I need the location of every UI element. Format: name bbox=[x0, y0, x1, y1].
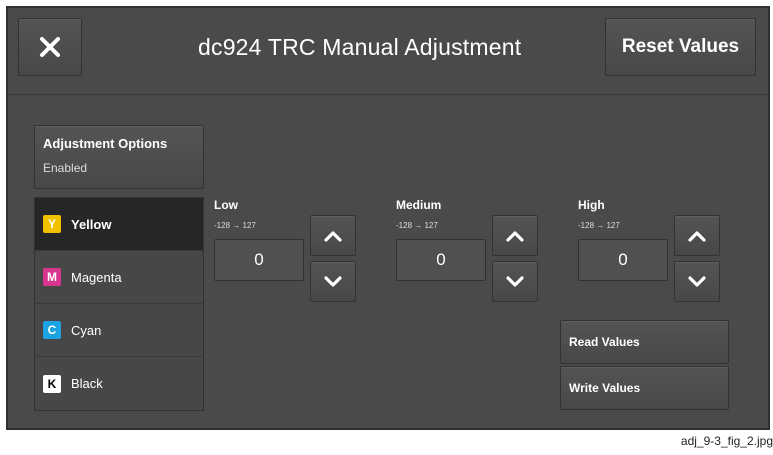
chevron-down-icon bbox=[324, 275, 342, 287]
black-swatch-icon: K bbox=[43, 374, 61, 393]
medium-increase-button[interactable] bbox=[492, 215, 538, 256]
page-title: dc924 TRC Manual Adjustment bbox=[198, 34, 522, 60]
adjustment-options-label: Adjustment Options bbox=[43, 136, 168, 151]
adjustment-options-value: Enabled bbox=[43, 161, 88, 175]
color-name: Magenta bbox=[71, 269, 122, 285]
high-label: High bbox=[578, 198, 605, 212]
low-decrease-button[interactable] bbox=[310, 261, 356, 302]
close-icon bbox=[40, 37, 60, 57]
close-button[interactable] bbox=[18, 18, 82, 76]
high-value-field[interactable]: 0 bbox=[578, 239, 668, 281]
medium-decrease-button[interactable] bbox=[492, 261, 538, 302]
adjustment-panel: dc924 TRC Manual Adjustment Reset Values… bbox=[6, 6, 770, 430]
color-name: Black bbox=[71, 376, 103, 391]
yellow-swatch-icon: Y bbox=[43, 215, 61, 233]
color-item-black[interactable]: K Black bbox=[35, 357, 203, 410]
medium-value-field[interactable]: 0 bbox=[396, 239, 486, 281]
high-range: -128 → 127 bbox=[578, 221, 620, 230]
write-values-button[interactable]: Write Values bbox=[560, 366, 729, 410]
high-increase-button[interactable] bbox=[674, 215, 720, 256]
chevron-up-icon bbox=[506, 230, 524, 242]
color-list: Y Yellow M Magenta C Cyan K Black bbox=[34, 197, 204, 411]
low-value-field[interactable]: 0 bbox=[214, 239, 304, 281]
color-item-magenta[interactable]: M Magenta bbox=[35, 251, 203, 304]
color-item-yellow[interactable]: Y Yellow bbox=[35, 198, 203, 251]
color-name: Yellow bbox=[71, 216, 112, 232]
chevron-up-icon bbox=[688, 230, 706, 242]
medium-range: -128 → 127 bbox=[396, 221, 438, 230]
low-label: Low bbox=[214, 198, 238, 212]
chevron-up-icon bbox=[324, 230, 342, 242]
color-item-cyan[interactable]: C Cyan bbox=[35, 304, 203, 357]
low-range: -128 → 127 bbox=[214, 221, 256, 230]
magenta-swatch-icon: M bbox=[43, 268, 61, 286]
chevron-down-icon bbox=[688, 275, 706, 287]
low-increase-button[interactable] bbox=[310, 215, 356, 256]
header-divider bbox=[8, 94, 768, 95]
medium-label: Medium bbox=[396, 198, 442, 212]
high-decrease-button[interactable] bbox=[674, 261, 720, 302]
reset-values-button[interactable]: Reset Values bbox=[605, 18, 756, 76]
chevron-down-icon bbox=[506, 275, 524, 287]
adjustment-options-button[interactable]: Adjustment Options Enabled bbox=[34, 125, 204, 189]
figure-caption: adj_9-3_fig_2.jpg bbox=[680, 434, 773, 448]
read-values-button[interactable]: Read Values bbox=[560, 320, 729, 364]
color-name: Cyan bbox=[71, 322, 102, 338]
cyan-swatch-icon: C bbox=[43, 321, 61, 339]
